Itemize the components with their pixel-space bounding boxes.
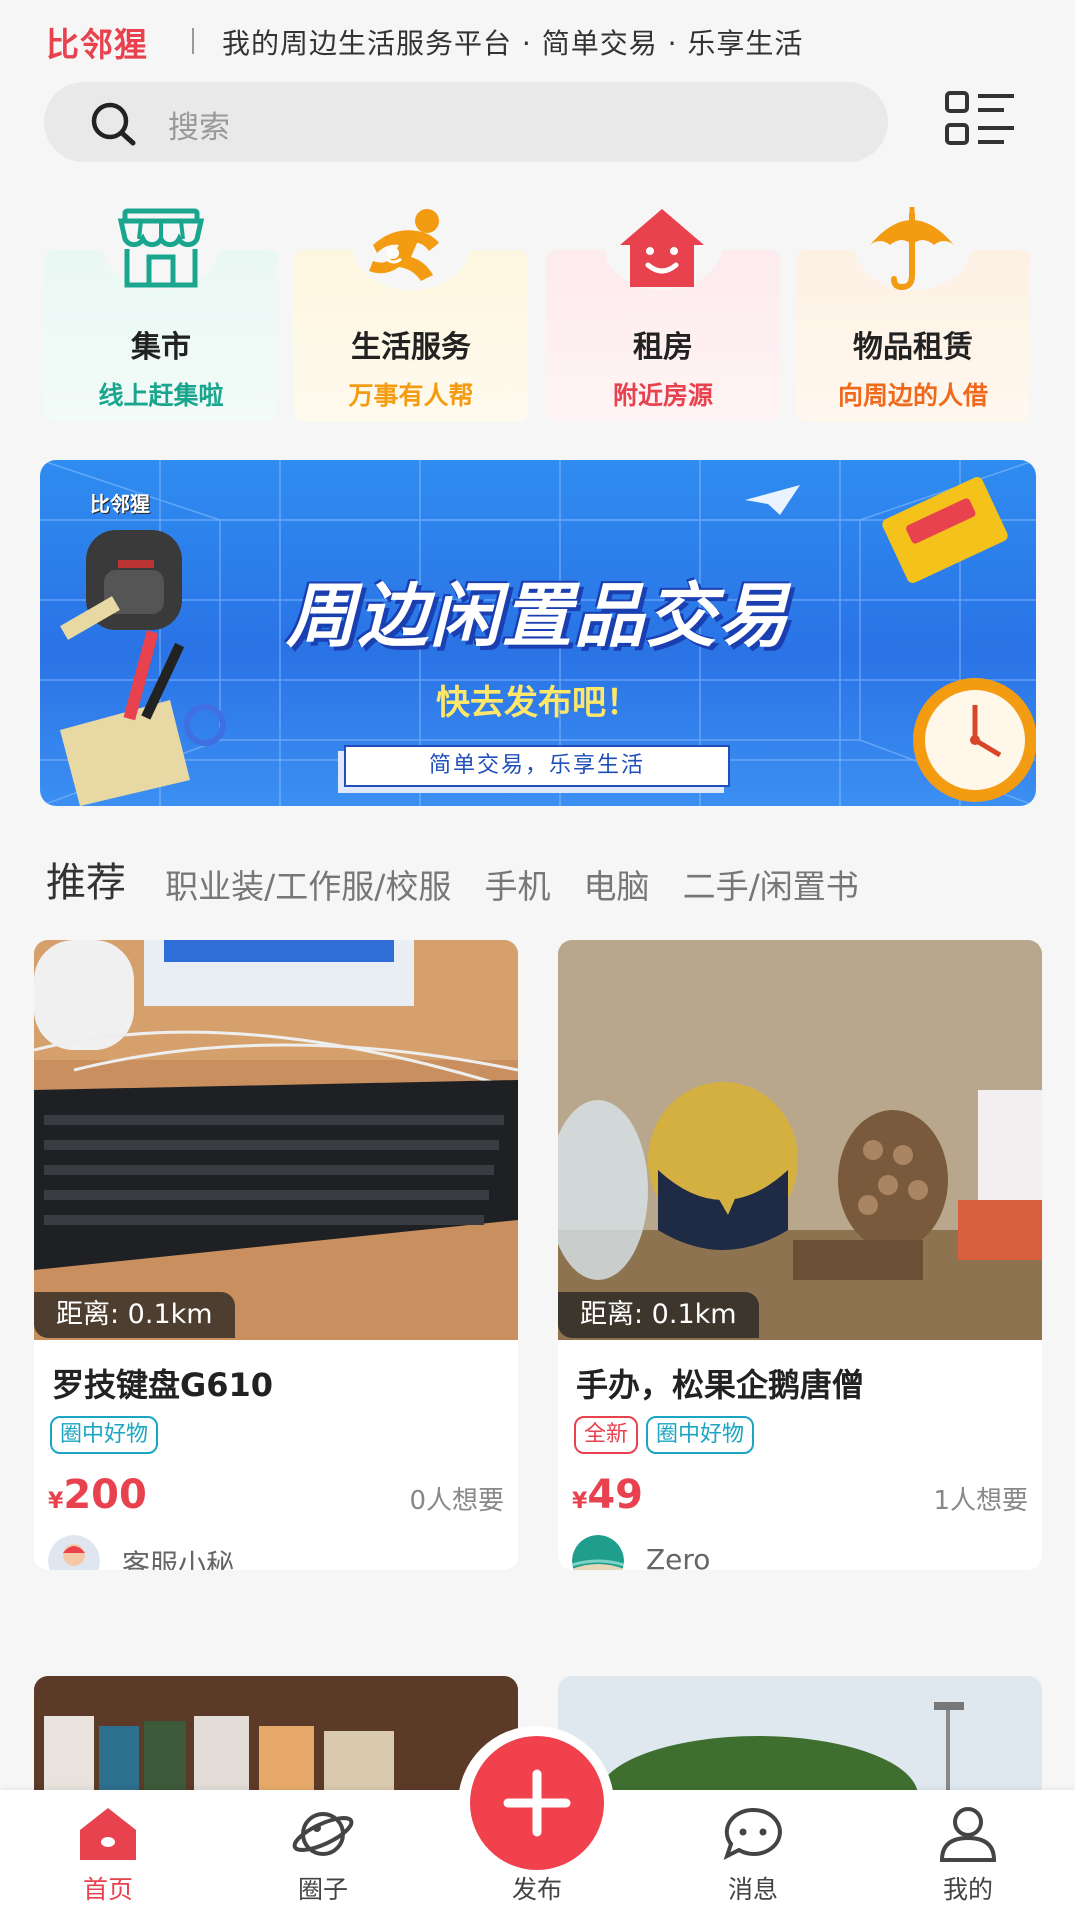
header-divider xyxy=(192,28,194,54)
search-placeholder: 搜索 xyxy=(168,110,230,146)
category-tabs: 推荐 职业装/工作服/校服 手机 电脑 二手/闲置书 xyxy=(46,850,887,906)
plus-icon xyxy=(503,1769,571,1837)
category-subtitle: 向周边的人借 xyxy=(837,381,988,410)
tag-badge: 圈中好物 xyxy=(646,1416,755,1454)
banner-title: 周边闲置品交易 xyxy=(286,575,790,657)
wants-count: 1人想要 xyxy=(933,1486,1028,1516)
product-price: ¥200 xyxy=(48,1472,147,1518)
tab-used-books[interactable]: 二手/闲置书 xyxy=(683,860,859,908)
nav-circle[interactable]: 圈子 xyxy=(253,1790,393,1915)
banner-slogan-pill: 简单交易，乐享生活 xyxy=(344,745,730,787)
distance-badge: 距离: 0.1km xyxy=(34,1292,235,1338)
nav-messages[interactable]: 消息 xyxy=(683,1790,823,1915)
category-title: 物品租赁 xyxy=(853,330,973,365)
category-title: 集市 xyxy=(131,330,191,365)
tag-badge: 全新 xyxy=(574,1416,639,1454)
nav-label: 消息 xyxy=(727,1875,778,1904)
seller-name: 客服小秘 xyxy=(122,1548,235,1570)
search-bar[interactable]: 搜索 xyxy=(44,82,888,162)
publish-button[interactable] xyxy=(470,1736,604,1870)
category-subtitle: 万事有人帮 xyxy=(348,381,474,410)
category-title: 租房 xyxy=(633,330,693,365)
top-header: 比邻猩 我的周边生活服务平台 · 简单交易 · 乐享生活 xyxy=(0,0,1075,80)
tag-badge: 圈中好物 xyxy=(50,1416,159,1454)
brand-name: 比邻猩 xyxy=(46,25,148,64)
nav-mine[interactable]: 我的 xyxy=(898,1790,1038,1915)
product-image-keyboard xyxy=(34,940,518,1340)
nav-label: 我的 xyxy=(942,1875,993,1904)
tab-phone[interactable]: 手机 xyxy=(484,860,550,908)
search-icon xyxy=(91,102,136,146)
home-icon xyxy=(80,1808,136,1860)
chat-bubble-icon xyxy=(723,1807,782,1860)
nav-label: 发布 xyxy=(511,1875,562,1904)
seller-name: Zero xyxy=(646,1543,711,1570)
tab-computer[interactable]: 电脑 xyxy=(584,860,650,908)
product-card[interactable]: 距离: 0.1km 罗技键盘G610 圈中好物 ¥200 0人想要 客服小秘 xyxy=(34,940,518,1570)
currency-symbol: ¥ xyxy=(48,1489,64,1514)
product-title: 手办，松果企鹅唐僧 xyxy=(576,1366,865,1404)
product-price: ¥49 xyxy=(572,1472,643,1518)
currency-symbol: ¥ xyxy=(572,1489,588,1514)
product-tags: 全新 圈中好物 xyxy=(574,1416,762,1454)
tab-workwear[interactable]: 职业装/工作服/校服 xyxy=(165,860,451,908)
umbrella-icon xyxy=(870,207,954,291)
category-subtitle: 附近房源 xyxy=(612,381,713,410)
nav-home[interactable]: 首页 xyxy=(38,1790,178,1915)
wants-count: 0人想要 xyxy=(409,1486,504,1516)
avatar xyxy=(572,1535,624,1570)
planet-icon xyxy=(292,1812,354,1856)
nav-label: 圈子 xyxy=(297,1875,348,1904)
product-title: 罗技键盘G610 xyxy=(52,1366,274,1404)
header-slogan: 我的周边生活服务平台 · 简单交易 · 乐享生活 xyxy=(222,27,804,60)
distance-badge: 距离: 0.1km xyxy=(558,1292,759,1338)
paper-plane-illustration xyxy=(745,485,800,515)
nav-label: 首页 xyxy=(82,1875,133,1904)
price-value: 49 xyxy=(587,1472,643,1518)
category-subtitle: 线上赶集啦 xyxy=(98,381,224,410)
banner-logo: 比邻猩 xyxy=(90,492,150,516)
category-list-icon[interactable] xyxy=(944,90,1018,148)
person-icon xyxy=(939,1807,997,1862)
product-tags: 圈中好物 xyxy=(50,1416,166,1454)
avatar xyxy=(48,1535,100,1570)
tab-recommend[interactable]: 推荐 xyxy=(46,850,126,908)
banner-subtitle: 快去发布吧！ xyxy=(436,683,640,723)
product-card-partial[interactable] xyxy=(558,1676,1042,1796)
category-title: 生活服务 xyxy=(351,330,471,365)
product-card-partial[interactable] xyxy=(34,1676,518,1796)
product-card[interactable]: 距离: 0.1km 手办，松果企鹅唐僧 全新 圈中好物 ¥49 1人想要 Zero xyxy=(558,940,1042,1570)
running-person-icon xyxy=(369,209,439,281)
promo-banner[interactable]: 比邻猩 周边闲置品交易 快去发布吧！ 简单交易，乐享生活 xyxy=(40,460,1036,806)
price-value: 200 xyxy=(63,1472,147,1518)
storefront-icon xyxy=(117,208,205,288)
smiling-house-icon xyxy=(620,209,704,287)
product-image-figure xyxy=(558,940,1042,1340)
